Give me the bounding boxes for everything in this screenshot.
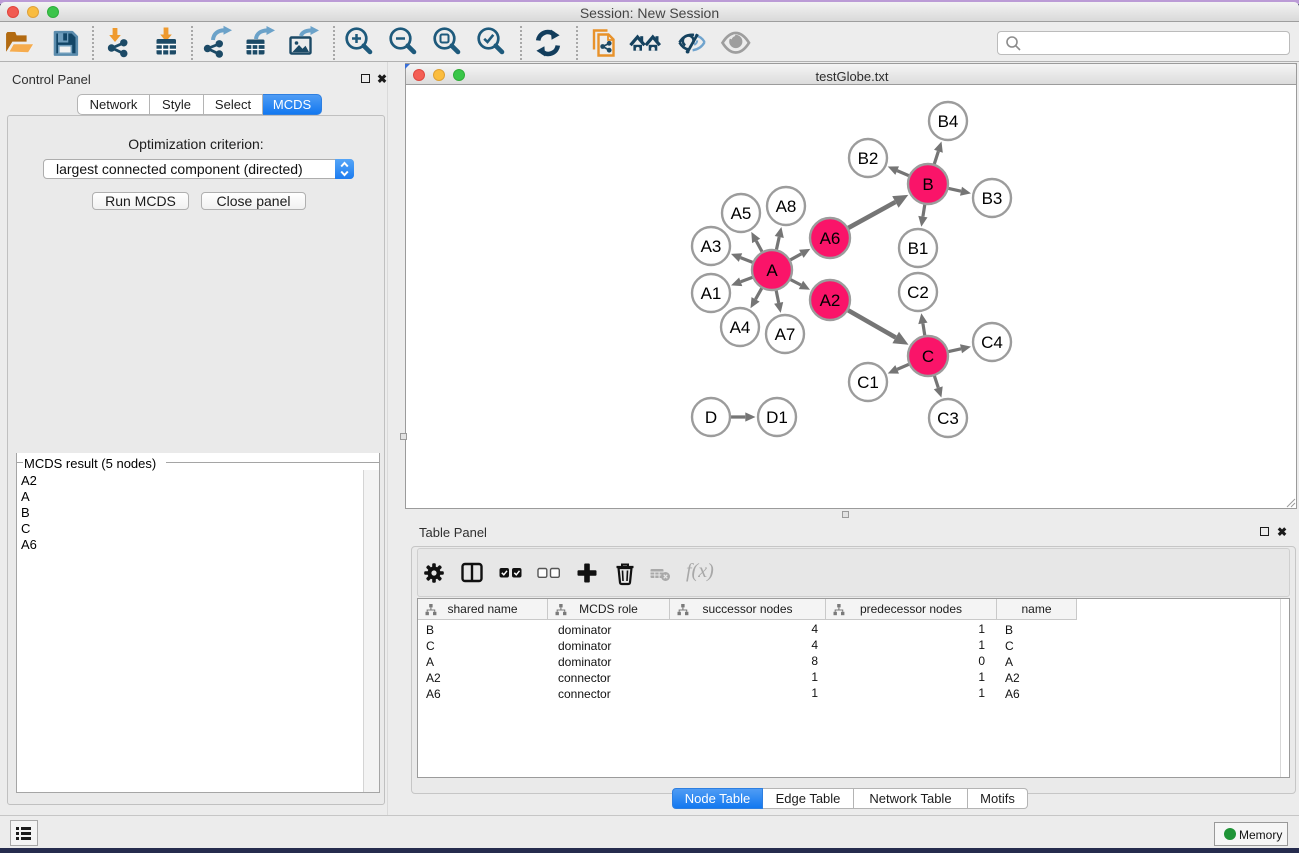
svg-text:D1: D1 [766, 408, 788, 427]
svg-text:A: A [766, 261, 778, 280]
svg-text:C2: C2 [907, 283, 929, 302]
svg-text:A4: A4 [730, 318, 751, 337]
svg-text:C1: C1 [857, 373, 879, 392]
svg-text:A6: A6 [820, 229, 841, 248]
svg-text:A2: A2 [820, 291, 841, 310]
svg-text:D: D [705, 408, 717, 427]
svg-text:C3: C3 [937, 409, 959, 428]
svg-text:A3: A3 [701, 237, 722, 256]
svg-text:C4: C4 [981, 333, 1003, 352]
svg-text:A1: A1 [701, 284, 722, 303]
svg-text:B3: B3 [982, 189, 1003, 208]
svg-text:A7: A7 [775, 325, 796, 344]
svg-text:B1: B1 [908, 239, 929, 258]
svg-text:B: B [922, 175, 933, 194]
svg-text:C: C [922, 347, 934, 366]
svg-text:A8: A8 [776, 197, 797, 216]
svg-text:B4: B4 [938, 112, 959, 131]
svg-text:B2: B2 [858, 149, 879, 168]
svg-text:A5: A5 [731, 204, 752, 223]
